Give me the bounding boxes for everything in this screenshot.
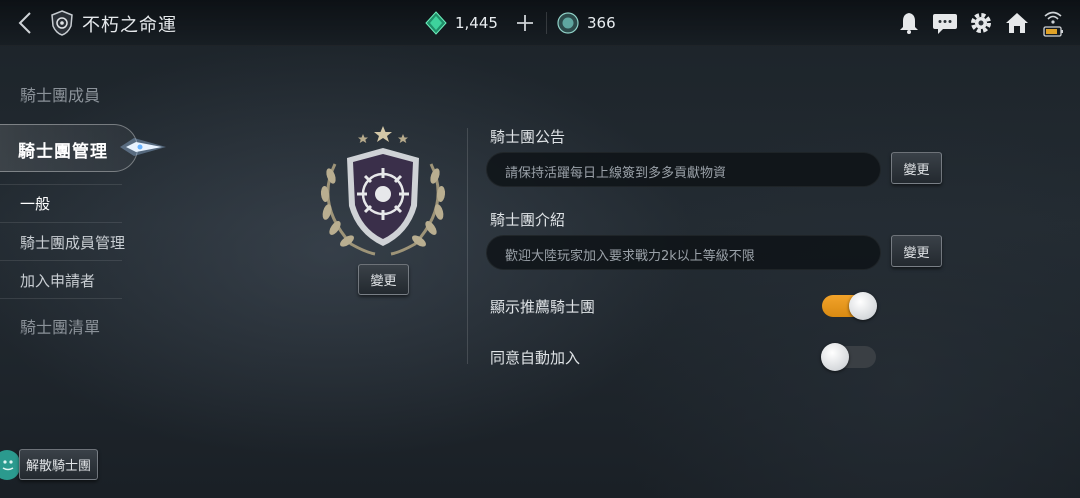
change-notice-button[interactable]: 變更 <box>891 152 942 184</box>
sidebar-item-management-label: 騎士團管理 <box>18 142 108 162</box>
toggle-knob <box>821 343 849 371</box>
green-gem-icon <box>425 11 447 35</box>
status-indicator <box>1040 8 1066 38</box>
notice-field[interactable]: 請保持活躍每日上線簽到多多貢獻物資 <box>486 152 881 187</box>
change-intro-button[interactable]: 變更 <box>891 235 942 267</box>
sidebar-divider <box>0 184 122 185</box>
settings-button[interactable] <box>968 8 994 38</box>
auto-join-label: 同意自動加入 <box>490 349 581 367</box>
top-bar: 不朽之命運 1,445 366 <box>0 0 1080 46</box>
sidebar-sub-general[interactable]: 一般 <box>20 193 50 214</box>
back-button[interactable] <box>14 9 38 37</box>
sidebar-item-guild-list[interactable]: 騎士團清單 <box>20 314 100 338</box>
currency-divider <box>546 12 547 34</box>
wifi-battery-icon <box>1043 11 1063 37</box>
chat-face-icon <box>2 460 14 471</box>
toggle-knob <box>849 292 877 320</box>
intro-field[interactable]: 歡迎大陸玩家加入要求戰力2k以上等級不限 <box>486 235 881 270</box>
chevron-left-icon <box>18 12 31 34</box>
change-emblem-button[interactable]: 變更 <box>358 264 409 295</box>
gear-icon <box>971 13 991 33</box>
sidebar-item-members[interactable]: 騎士團成員 <box>20 82 100 106</box>
plus-icon <box>517 15 533 31</box>
sidebar-divider <box>0 298 122 299</box>
bell-icon <box>900 13 918 34</box>
gem-currency: 1,445 <box>424 10 498 36</box>
show-recommended-toggle[interactable] <box>822 292 877 320</box>
chat-button[interactable] <box>932 8 958 38</box>
notice-label: 騎士團公告 <box>490 128 566 146</box>
sidebar-divider <box>0 222 122 223</box>
active-indicator-icon <box>120 138 166 156</box>
notification-button[interactable] <box>896 8 922 38</box>
gem-amount: 1,445 <box>455 14 498 32</box>
coin-currency: 366 <box>556 10 616 36</box>
panel-divider <box>467 128 468 364</box>
sidebar-sub-member-management[interactable]: 騎士團成員管理 <box>20 232 125 253</box>
guild-emblem-icon <box>49 10 75 36</box>
chat-bubble-button[interactable] <box>0 450 20 480</box>
show-recommended-label: 顯示推薦騎士團 <box>490 298 596 316</box>
page-title: 不朽之命運 <box>82 15 177 36</box>
home-button[interactable] <box>1004 8 1030 38</box>
sidebar-divider <box>0 260 122 261</box>
disband-guild-button[interactable]: 解散騎士團 <box>19 449 98 480</box>
sidebar-sub-applicants[interactable]: 加入申請者 <box>20 270 95 291</box>
teal-coin-icon <box>557 12 579 34</box>
home-icon <box>1006 13 1028 33</box>
guild-crest-icon <box>320 126 446 256</box>
intro-label: 騎士團介紹 <box>490 211 566 229</box>
top-icon-group <box>896 8 1066 38</box>
auto-join-toggle[interactable] <box>821 343 876 371</box>
coin-amount: 366 <box>587 14 616 32</box>
add-currency-button[interactable] <box>512 9 538 37</box>
chat-icon <box>933 14 957 34</box>
